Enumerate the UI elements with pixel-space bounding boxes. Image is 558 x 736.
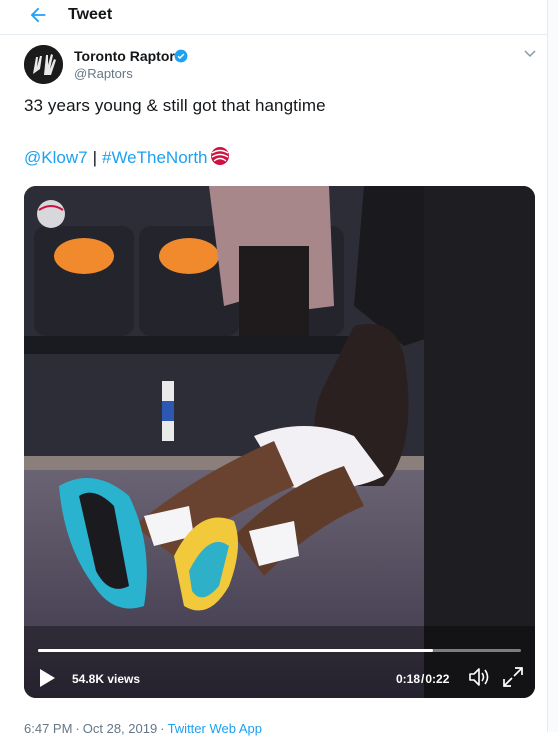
- hashtag-link[interactable]: #WeTheNorth: [102, 148, 208, 167]
- video-progress-fill: [38, 649, 434, 652]
- separator: |: [92, 148, 97, 167]
- more-options-button[interactable]: [522, 47, 538, 61]
- back-button[interactable]: [27, 4, 49, 26]
- current-time: 0:18: [396, 672, 421, 686]
- avatar[interactable]: [24, 45, 63, 84]
- video-player[interactable]: 54.8K views 0:18/0:22: [24, 186, 535, 698]
- raptors-claw-logo-icon: [24, 45, 63, 84]
- page-title: Tweet: [68, 6, 113, 23]
- top-bar: Tweet: [0, 0, 548, 35]
- raptors-hashtag-emoji-icon: [209, 146, 231, 166]
- meta-dot: ·: [160, 721, 165, 736]
- tweet-links: @Klow7 | #WeTheNorth: [24, 146, 231, 168]
- fullscreen-button[interactable]: [502, 666, 524, 688]
- scrollbar[interactable]: [547, 0, 558, 732]
- tweet-text: 33 years young & still got that hangtime: [24, 96, 326, 115]
- author-name[interactable]: Toronto Raptors: [74, 48, 183, 64]
- author-handle[interactable]: @Raptors: [74, 66, 133, 81]
- mention-link[interactable]: @Klow7: [24, 148, 88, 167]
- expand-icon: [503, 667, 523, 687]
- volume-button[interactable]: [467, 666, 491, 688]
- video-progress-bar[interactable]: [38, 649, 521, 652]
- duration: 0:22: [425, 672, 450, 686]
- volume-icon: [469, 668, 489, 686]
- verified-badge-icon: [174, 49, 188, 63]
- tweet-time[interactable]: 6:47 PM: [24, 721, 72, 736]
- arrow-left-icon: [30, 7, 46, 23]
- play-icon: [40, 669, 55, 687]
- source-link[interactable]: Twitter Web App: [168, 721, 262, 736]
- view-count: 54.8K views: [72, 672, 141, 686]
- tweet-meta: 6:47 PM · Oct 28, 2019 · Twitter Web App: [24, 721, 262, 736]
- video-frame: [24, 186, 535, 698]
- video-time: 0:18/0:22: [396, 672, 449, 686]
- play-button[interactable]: [38, 668, 56, 688]
- meta-dot: ·: [75, 721, 80, 736]
- time-separator: /: [421, 672, 425, 686]
- chevron-down-icon: [524, 50, 536, 58]
- tweet-date[interactable]: Oct 28, 2019: [83, 721, 157, 736]
